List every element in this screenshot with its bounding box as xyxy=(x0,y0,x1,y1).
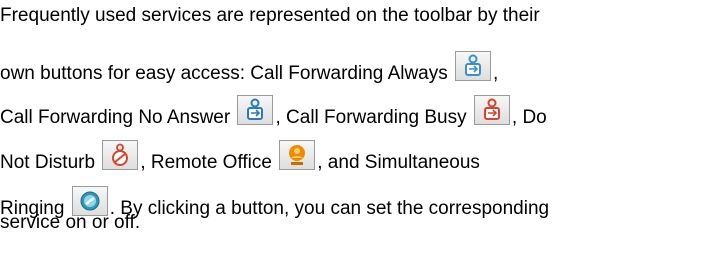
line-2-text-a: own buttons for easy access: Call Forwar… xyxy=(0,63,448,84)
call-forwarding-busy-icon xyxy=(473,95,510,125)
line-6-text: service on or off. xyxy=(0,212,141,233)
call-forwarding-no-answer-icon xyxy=(237,95,274,125)
line-4-text-a: Not Disturb xyxy=(0,152,96,173)
text-line-4: Not Disturb , Remote Office , and Simult… xyxy=(0,140,480,174)
text-line-3: Call Forwarding No Answer , Call Forward… xyxy=(0,95,547,129)
line-2-text-b: , xyxy=(493,63,499,84)
text-line-2: own buttons for easy access: Call Forwar… xyxy=(0,51,498,85)
line-4-text-b: , Remote Office xyxy=(140,152,272,173)
line-4-text-c: , and Simultaneous xyxy=(317,152,480,173)
line-3-text-c: , Do xyxy=(511,107,547,128)
line-3-text-a: Call Forwarding No Answer xyxy=(0,107,231,128)
call-forwarding-always-icon xyxy=(455,51,492,81)
help-paragraph: Frequently used services are represented… xyxy=(0,0,727,273)
text-line-1: Frequently used services are represented… xyxy=(0,5,540,27)
line-3-text-b: , Call Forwarding Busy xyxy=(275,107,467,128)
line-5-text-b: . By clicking a button, you can set the … xyxy=(109,198,550,219)
text-line-6: service on or off. xyxy=(0,212,140,234)
remote-office-icon xyxy=(279,140,316,170)
do-not-disturb-icon xyxy=(102,140,139,170)
line-1-text: Frequently used services are represented… xyxy=(0,5,540,26)
